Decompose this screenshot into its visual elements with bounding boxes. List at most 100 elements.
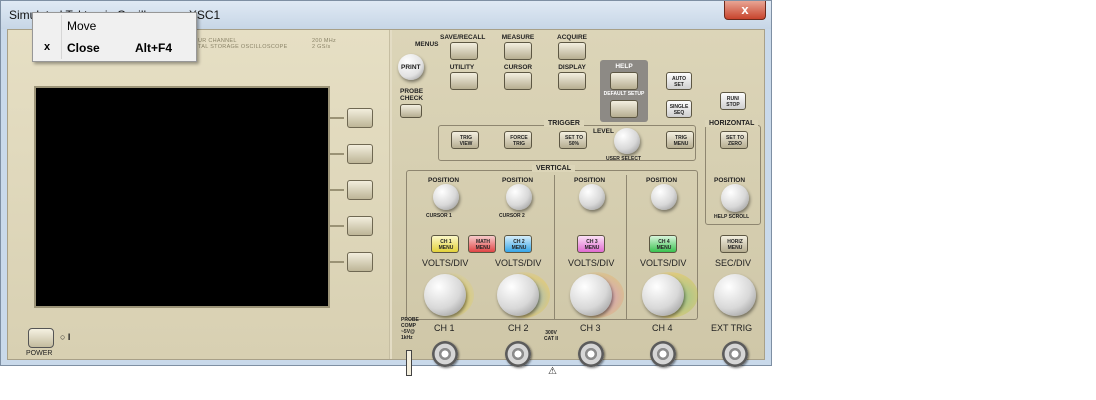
- vertical-divider: [554, 175, 555, 320]
- ch1-volts-div-label: VOLTS/DIV: [422, 258, 469, 268]
- ch1-input-connector[interactable]: [432, 341, 458, 367]
- ch4-menu-label: CH 4 MENU: [656, 239, 672, 251]
- ch4-volts-div-knob[interactable]: [642, 274, 684, 316]
- trig-view-label: TRIG VIEW: [459, 135, 473, 147]
- ch4-position-label: POSITION: [646, 177, 678, 184]
- utility-button[interactable]: [450, 72, 478, 90]
- ch3-volts-div-knob[interactable]: [570, 274, 612, 316]
- cursor-button[interactable]: [504, 72, 532, 90]
- probe-comp-terminal[interactable]: [406, 350, 412, 376]
- ch4-volts-div-label: VOLTS/DIV: [640, 258, 687, 268]
- brand-line-2: TAL STORAGE OSCILLOSCOPE: [198, 44, 288, 50]
- ch4-input-connector[interactable]: [650, 341, 676, 367]
- sec-div-knob[interactable]: [714, 274, 756, 316]
- sec-div-label: SEC/DIV: [715, 258, 752, 268]
- option-button-3[interactable]: [347, 180, 373, 200]
- cat-rating-label: 300V CAT II: [544, 330, 559, 342]
- force-trig-label: FORCE TRIG: [510, 135, 528, 147]
- arrow-icon: [330, 261, 344, 263]
- utility-label: UTILITY: [449, 64, 475, 71]
- menu-item-close-shortcut: Alt+F4: [135, 41, 173, 55]
- scope-display-screen: [34, 86, 330, 308]
- set-to-zero-button[interactable]: SET TO ZERO: [720, 131, 748, 149]
- ch3-position-knob[interactable]: [579, 184, 605, 210]
- menu-item-move[interactable]: Move: [67, 19, 96, 33]
- display-label: DISPLAY: [558, 64, 586, 71]
- arrow-icon: [330, 189, 344, 191]
- autoset-label: AUTO SET: [671, 76, 687, 88]
- probe-check-label: PROBE CHECK: [400, 88, 424, 102]
- ch2-input-label: CH 2: [508, 323, 529, 333]
- menu-item-close[interactable]: Close: [67, 41, 100, 55]
- default-setup-button[interactable]: [610, 100, 638, 118]
- warning-icon: ⚠: [548, 366, 557, 377]
- ch2-volts-div-knob[interactable]: [497, 274, 539, 316]
- horizontal-position-knob[interactable]: [721, 184, 749, 212]
- help-button[interactable]: [610, 72, 638, 90]
- vertical-title: VERTICAL: [532, 165, 575, 172]
- trig-view-button[interactable]: TRIG VIEW: [451, 131, 479, 149]
- trig-menu-label: TRIG MENU: [673, 135, 689, 147]
- ch1-position-knob[interactable]: [433, 184, 459, 210]
- acquire-button[interactable]: [558, 42, 586, 60]
- ch4-input-label: CH 4: [652, 323, 673, 333]
- arrow-icon: [330, 225, 344, 227]
- option-button-2[interactable]: [347, 144, 373, 164]
- set-to-50-button[interactable]: SET TO 50%: [559, 131, 587, 149]
- trig-menu-button[interactable]: TRIG MENU: [666, 131, 694, 149]
- power-button[interactable]: [28, 328, 54, 348]
- save-recall-label: SAVE/RECALL: [440, 34, 486, 41]
- ch3-volts-div-label: VOLTS/DIV: [568, 258, 615, 268]
- power-on-off-icon: ○ I: [60, 332, 71, 342]
- user-select-label: USER SELECT: [606, 156, 642, 162]
- close-icon: x: [44, 41, 51, 53]
- oscilloscope-front-panel: UR CHANNEL TAL STORAGE OSCILLOSCOPE 200 …: [7, 29, 765, 377]
- ch1-position-label: POSITION: [428, 177, 460, 184]
- menus-label: MENUS: [415, 41, 439, 48]
- ch1-menu-button[interactable]: CH 1 MENU: [431, 235, 459, 253]
- run-stop-button[interactable]: RUN/ STOP: [720, 92, 746, 110]
- cursor-label: CURSOR: [503, 64, 533, 71]
- ch2-menu-button[interactable]: CH 2 MENU: [504, 235, 532, 253]
- window-close-button[interactable]: x: [724, 1, 766, 20]
- horiz-menu-button[interactable]: HORIZ MENU: [720, 235, 748, 253]
- horizontal-title: HORIZONTAL: [705, 120, 759, 127]
- ch2-volts-div-label: VOLTS/DIV: [495, 258, 542, 268]
- option-button-5[interactable]: [347, 252, 373, 272]
- trigger-title: TRIGGER: [544, 120, 584, 127]
- trigger-level-knob[interactable]: [614, 128, 640, 154]
- help-scroll-label: HELP SCROLL: [714, 214, 750, 220]
- ch1-menu-label: CH 1 MENU: [438, 239, 454, 251]
- ch4-menu-button[interactable]: CH 4 MENU: [649, 235, 677, 253]
- option-button-4[interactable]: [347, 216, 373, 236]
- set-to-zero-label: SET TO ZERO: [726, 135, 744, 147]
- ch3-input-connector[interactable]: [578, 341, 604, 367]
- display-panel: UR CHANNEL TAL STORAGE OSCILLOSCOPE 200 …: [8, 30, 391, 359]
- ch3-position-label: POSITION: [574, 177, 606, 184]
- option-button-1[interactable]: [347, 108, 373, 128]
- arrow-icon: [330, 117, 344, 119]
- cursor-1-label: CURSOR 1: [426, 213, 452, 219]
- autoset-button[interactable]: AUTO SET: [666, 72, 692, 90]
- cursor-2-label: CURSOR 2: [499, 213, 525, 219]
- probe-check-button[interactable]: [400, 104, 422, 118]
- ch1-input-label: CH 1: [434, 323, 455, 333]
- ext-trig-connector[interactable]: [722, 341, 748, 367]
- math-menu-button[interactable]: MATH MENU: [468, 235, 496, 253]
- display-button[interactable]: [558, 72, 586, 90]
- save-recall-button[interactable]: [450, 42, 478, 60]
- ch1-volts-div-knob[interactable]: [424, 274, 466, 316]
- ext-trig-label: EXT TRIG: [711, 323, 753, 333]
- ch2-input-connector[interactable]: [505, 341, 531, 367]
- measure-label: MEASURE: [501, 34, 535, 41]
- ch2-position-knob[interactable]: [506, 184, 532, 210]
- horizontal-position-label: POSITION: [714, 177, 746, 184]
- print-label: PRINT: [401, 64, 421, 71]
- ch3-menu-button[interactable]: CH 3 MENU: [577, 235, 605, 253]
- ch4-position-knob[interactable]: [651, 184, 677, 210]
- measure-button[interactable]: [504, 42, 532, 60]
- single-seq-button[interactable]: SINGLE SEQ: [666, 100, 692, 118]
- ch2-menu-label: CH 2 MENU: [511, 239, 527, 251]
- force-trig-button[interactable]: FORCE TRIG: [504, 131, 532, 149]
- math-menu-label: MATH MENU: [475, 239, 491, 251]
